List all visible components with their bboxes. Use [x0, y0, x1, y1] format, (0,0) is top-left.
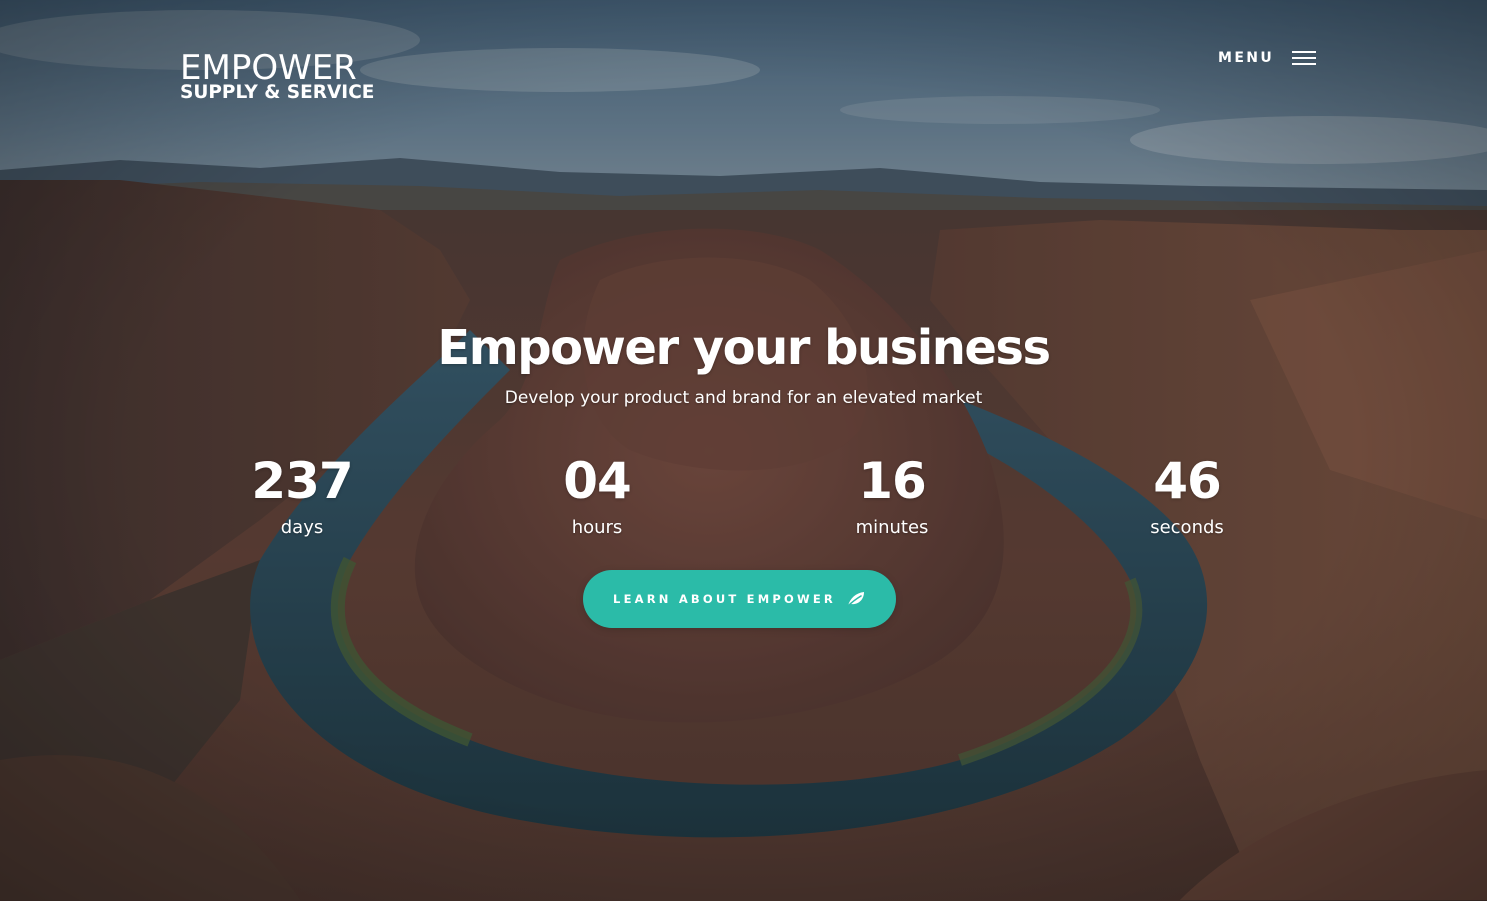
menu-label: MENU [1218, 50, 1275, 66]
leaf-icon [847, 592, 864, 607]
countdown-seconds-label: seconds [1150, 517, 1224, 538]
countdown-minutes-label: minutes [855, 517, 929, 538]
hero-subheadline: Develop your product and brand for an el… [504, 388, 983, 408]
hero-section: EMPOWER SUPPLY & SERVICE MENU Empower yo… [0, 0, 1487, 901]
countdown-hours-label: hours [571, 517, 623, 538]
countdown-days-value: 237 [251, 452, 353, 510]
hamburger-icon [1292, 50, 1317, 66]
countdown-hours: 04 hours [497, 450, 697, 540]
logo-tagline: SUPPLY & SERVICE [180, 82, 375, 103]
countdown-days: 237 days [202, 450, 402, 540]
cta-label: LEARN ABOUT EMPOWER [613, 592, 836, 606]
countdown-hours-value: 04 [563, 452, 632, 510]
learn-about-empower-button[interactable]: LEARN ABOUT EMPOWER [583, 570, 896, 628]
logo-wordmark: EMPOWER [180, 48, 357, 88]
menu-button[interactable]: MENU [1218, 44, 1317, 72]
countdown-days-label: days [280, 517, 324, 538]
hero-headline: Empower your business [437, 320, 1051, 376]
countdown-seconds-value: 46 [1153, 452, 1222, 510]
countdown-minutes: 16 minutes [792, 450, 992, 540]
countdown-minutes-value: 16 [858, 452, 927, 510]
countdown-seconds: 46 seconds [1087, 450, 1287, 540]
brand-logo[interactable]: EMPOWER SUPPLY & SERVICE [180, 50, 390, 106]
